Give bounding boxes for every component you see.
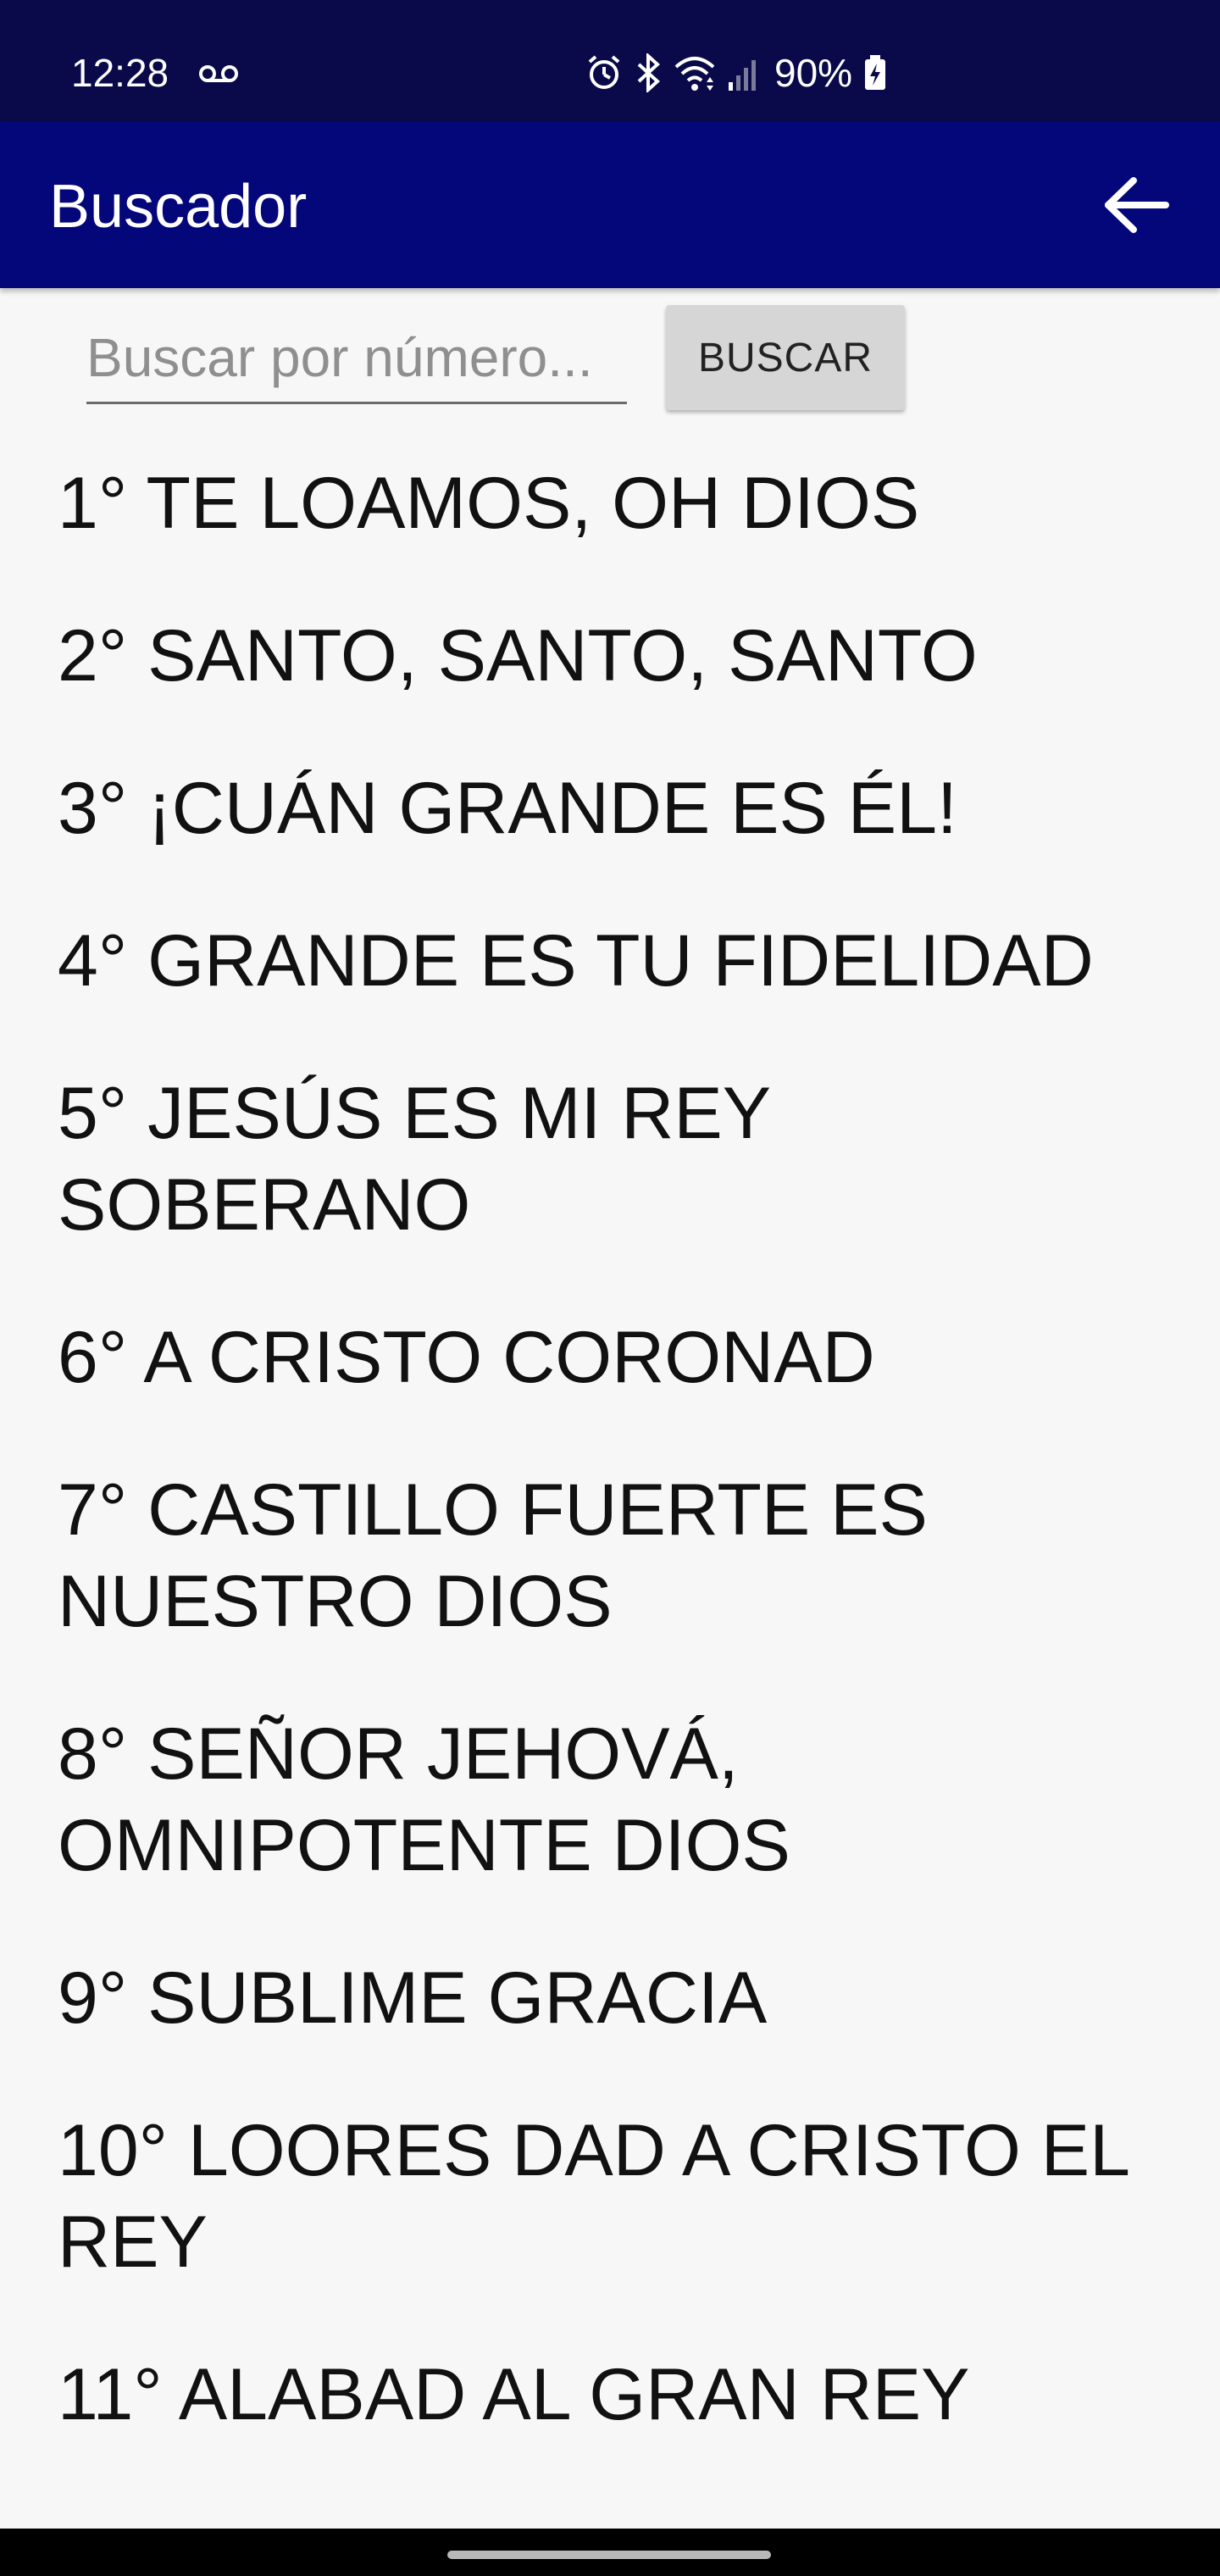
search-button[interactable]: BUSCAR <box>666 305 905 410</box>
battery-charging-icon <box>862 53 888 92</box>
list-item[interactable]: 11° ALABAD AL GRAN REY <box>58 2349 1184 2440</box>
arrow-left-icon <box>1105 177 1169 233</box>
navigation-bar <box>0 2529 1220 2576</box>
list-item[interactable]: 7° CASTILLO FUERTE ES NUESTRO DIOS <box>58 1464 1184 1647</box>
bluetooth-icon <box>634 53 663 92</box>
back-button[interactable] <box>1093 163 1178 247</box>
list-item[interactable]: 4° GRANDE ES TU FIDELIDAD <box>58 915 1184 1007</box>
voicemail-icon <box>198 63 239 89</box>
list-item[interactable]: 6° A CRISTO CORONAD <box>58 1312 1184 1403</box>
list-item[interactable]: 9° SUBLIME GRACIA <box>58 1952 1184 2044</box>
battery-percent: 90% <box>774 51 853 95</box>
list-item[interactable]: 5° JESÚS ES MI REY SOBERANO <box>58 1068 1184 1251</box>
alarm-icon <box>585 53 624 92</box>
search-input[interactable] <box>86 314 627 404</box>
wifi-icon <box>673 53 717 92</box>
list-item[interactable]: 3° ¡CUÁN GRANDE ES ÉL! <box>58 763 1184 854</box>
page-title: Buscador <box>49 173 308 241</box>
list-item[interactable]: 10° LOORES DAD A CRISTO EL REY <box>58 2105 1184 2288</box>
list-item[interactable]: 2° SANTO, SANTO, SANTO <box>58 610 1184 702</box>
status-bar: 12:28 90% <box>0 0 1220 122</box>
list-item[interactable]: 1° TE LOAMOS, OH DIOS <box>58 458 1184 549</box>
status-icons: 90% <box>585 49 888 97</box>
home-gesture-handle[interactable] <box>447 2551 771 2559</box>
signal-icon <box>727 53 761 92</box>
results-list: 1° TE LOAMOS, OH DIOS 2° SANTO, SANTO, S… <box>58 458 1184 2501</box>
list-item[interactable]: 8° SEÑOR JEHOVÁ, OMNIPOTENTE DIOS <box>58 1708 1184 1891</box>
status-time: 12:28 <box>71 51 169 95</box>
app-bar: Buscador <box>0 122 1220 288</box>
